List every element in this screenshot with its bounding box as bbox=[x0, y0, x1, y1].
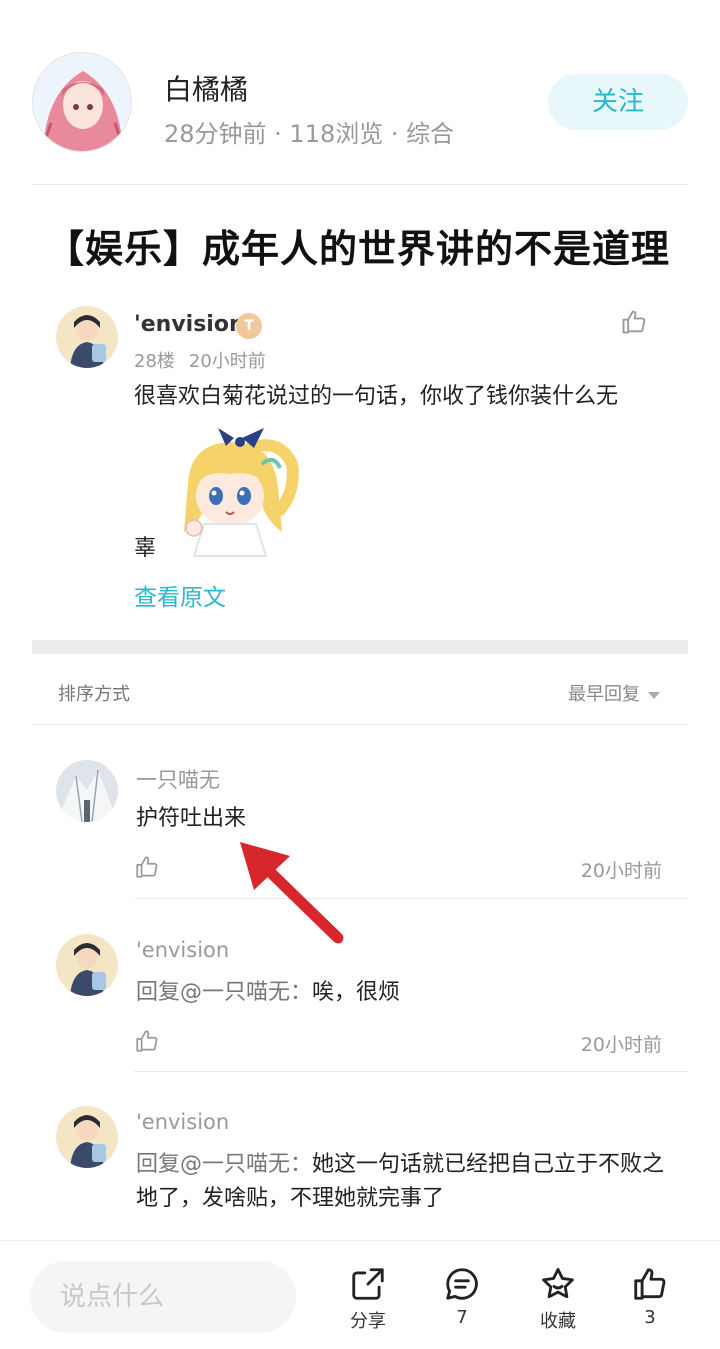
comment-input[interactable]: 说点什么 bbox=[30, 1261, 296, 1333]
reply-avatar[interactable] bbox=[56, 1106, 118, 1168]
like-icon[interactable] bbox=[134, 854, 160, 880]
comment-bubble-icon bbox=[446, 1268, 478, 1300]
sort-dropdown[interactable]: 最早回复 bbox=[568, 680, 660, 706]
comment-meta: 28楼 20小时前 bbox=[134, 347, 266, 373]
like-icon[interactable] bbox=[134, 1028, 160, 1054]
reply-mention[interactable]: 回复@一只喵无： bbox=[136, 980, 312, 1005]
level-badge: T bbox=[236, 313, 262, 339]
author-avatar[interactable] bbox=[32, 52, 132, 152]
comment-time: 20小时前 bbox=[188, 351, 266, 372]
comment-text-continued: 辜 bbox=[134, 536, 157, 561]
share-label: 分享 bbox=[350, 1311, 386, 1332]
bottom-action-bar: 说点什么 分享 7 收藏 3 bbox=[0, 1240, 720, 1349]
view-original-link[interactable]: 查看原文 bbox=[134, 578, 226, 612]
reply-text: 护符吐出来 bbox=[136, 806, 247, 831]
like-count: 3 bbox=[644, 1307, 656, 1328]
favorite-button[interactable]: 收藏 bbox=[518, 1265, 598, 1333]
thumbs-up-icon bbox=[634, 1268, 666, 1300]
share-icon bbox=[352, 1268, 384, 1300]
reply-username[interactable]: 'envision bbox=[136, 938, 229, 962]
follow-button[interactable]: 关注 bbox=[548, 74, 688, 130]
post-title: 【娱乐】成年人的世界讲的不是道理 bbox=[46, 227, 671, 271]
sort-selected-value: 最早回复 bbox=[568, 684, 640, 705]
section-separator bbox=[32, 640, 688, 654]
reply-time: 20小时前 bbox=[580, 860, 662, 882]
reply-username[interactable]: 一只喵无 bbox=[136, 764, 220, 794]
like-button[interactable]: 3 bbox=[610, 1265, 690, 1328]
divider bbox=[134, 898, 688, 899]
caret-down-icon bbox=[648, 691, 660, 699]
reply-username[interactable]: 'envision bbox=[136, 1110, 229, 1134]
share-button[interactable]: 分享 bbox=[328, 1265, 408, 1333]
reply-text: 回复@一只喵无：她这一句话就已经把自己立于不败之地了，发啥贴，不理她就完事了 bbox=[136, 1148, 676, 1216]
reply-time: 20小时前 bbox=[580, 1034, 662, 1056]
sort-label: 排序方式 bbox=[58, 684, 130, 705]
divider bbox=[134, 1071, 688, 1072]
star-icon bbox=[542, 1268, 574, 1299]
reply-mention[interactable]: 回复@一只喵无： bbox=[136, 1152, 312, 1177]
divider bbox=[32, 184, 688, 185]
floor-number: 28楼 bbox=[134, 351, 175, 372]
divider bbox=[32, 724, 688, 725]
reply-avatar[interactable] bbox=[56, 934, 118, 996]
comment-button[interactable]: 7 bbox=[422, 1265, 502, 1328]
anime-sticker-image bbox=[170, 424, 304, 560]
reply-body: 唉，很烦 bbox=[312, 980, 401, 1005]
reply-text: 回复@一只喵无：唉，很烦 bbox=[136, 976, 676, 1010]
author-header: 白橘橘 28分钟前 · 118浏览 · 综合 关注 bbox=[32, 52, 688, 152]
commenter-username[interactable]: 'envision bbox=[134, 312, 245, 337]
commenter-avatar[interactable] bbox=[56, 306, 118, 368]
comment-text: 很喜欢白菊花说过的一句话，你收了钱你装什么无 bbox=[134, 384, 619, 409]
post-meta: 28分钟前 · 118浏览 · 综合 bbox=[164, 120, 455, 148]
like-icon[interactable] bbox=[620, 308, 648, 336]
annotation-arrow bbox=[240, 842, 344, 944]
reply-avatar[interactable] bbox=[56, 760, 118, 822]
favorite-label: 收藏 bbox=[540, 1311, 576, 1332]
comment-count: 7 bbox=[456, 1307, 468, 1328]
author-name[interactable]: 白橘橘 bbox=[164, 68, 248, 108]
